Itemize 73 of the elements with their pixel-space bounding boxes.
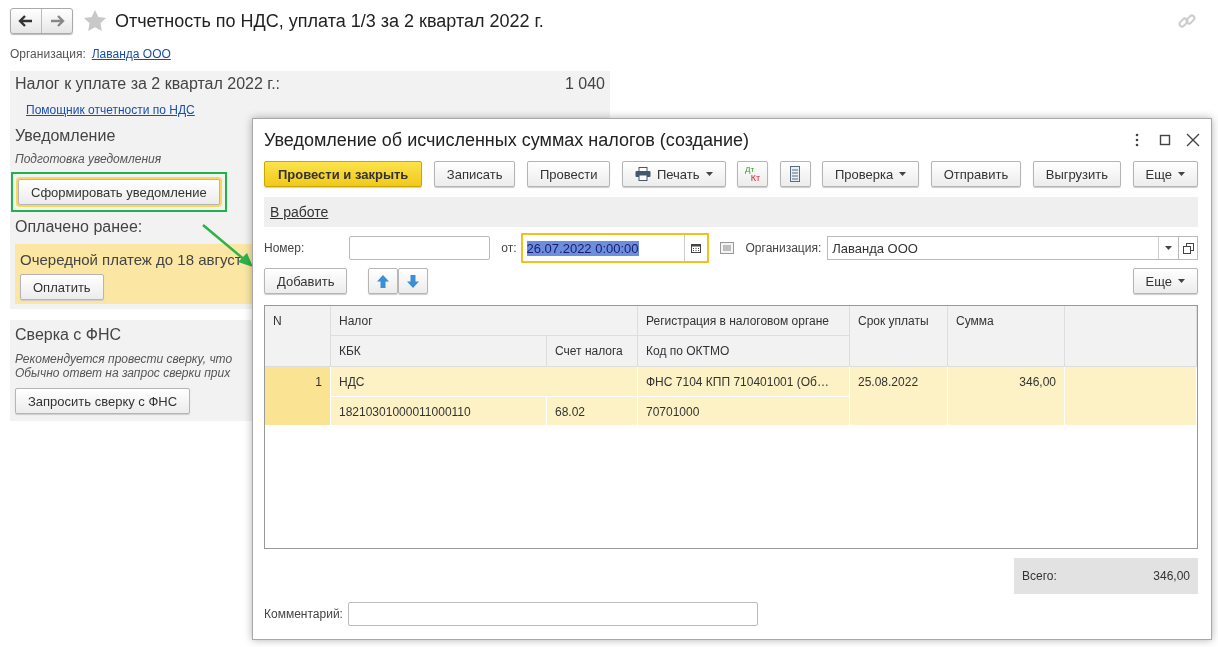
request-reconciliation-button[interactable]: Запросить сверку с ФНС bbox=[15, 388, 191, 414]
status-link[interactable]: В работе bbox=[270, 204, 329, 220]
tax-label: Налог к уплате за 2 квартал 2022 г.: bbox=[15, 75, 281, 93]
organization-label: Организация: bbox=[745, 241, 822, 255]
table-cell: НДС bbox=[331, 367, 638, 397]
section-heading: Оплачено ранее: bbox=[15, 218, 143, 236]
date-field[interactable]: 26.07.2022 0:00:00 bbox=[520, 233, 709, 263]
table-cell: 346,00 bbox=[948, 367, 1065, 426]
total-value: 346,00 bbox=[1153, 569, 1190, 583]
section-heading: Сверка с ФНС bbox=[15, 326, 122, 344]
move-down-button[interactable] bbox=[398, 268, 429, 294]
column-header: КБК bbox=[331, 336, 547, 367]
list-button[interactable] bbox=[779, 161, 811, 187]
column-header: Счет налога bbox=[547, 336, 638, 367]
table-cell: 68.02 bbox=[547, 397, 638, 426]
payment-note: Очередной платеж до 18 август bbox=[20, 251, 242, 268]
column-header: Срок уплаты bbox=[850, 306, 948, 367]
toolbar-button[interactable]: Записать bbox=[433, 161, 516, 187]
column-header: Налог bbox=[331, 306, 638, 336]
post-and-close-button[interactable]: Провести и закрыть bbox=[264, 161, 423, 187]
column-header: Регистрация в налоговом органе bbox=[638, 306, 850, 336]
reconciliation-note: Рекомендуется провести сверку, что bbox=[15, 352, 234, 366]
column-header: Сумма bbox=[948, 306, 1065, 367]
calendar-icon[interactable] bbox=[690, 243, 701, 253]
section-heading: Уведомление bbox=[15, 127, 116, 145]
arrow-up-icon bbox=[377, 274, 390, 288]
reconciliation-note: Обычно ответ на запрос сверки прих bbox=[15, 366, 232, 380]
dialog-title: Уведомление об исчисленных суммах налогов (создание) bbox=[264, 129, 750, 151]
print-button[interactable]: Печать bbox=[621, 161, 726, 187]
tax-amount: 1 040 bbox=[564, 75, 605, 93]
toolbar-button[interactable]: Отправить bbox=[930, 161, 1022, 187]
pay-button[interactable]: Оплатить bbox=[20, 274, 104, 300]
comment-label: Комментарий: bbox=[264, 607, 343, 621]
add-button[interactable]: Добавить bbox=[264, 268, 348, 294]
list-icon[interactable] bbox=[719, 242, 734, 254]
move-up-button[interactable] bbox=[368, 268, 399, 294]
number-field[interactable] bbox=[349, 236, 491, 260]
organization-field[interactable]: Лаванда ООО bbox=[827, 236, 1179, 260]
printer-icon bbox=[634, 167, 651, 181]
list-icon bbox=[790, 166, 800, 182]
menu-button[interactable]: Еще bbox=[1132, 161, 1198, 187]
menu-button[interactable]: Еще bbox=[1132, 268, 1198, 294]
caret-icon bbox=[1178, 279, 1185, 283]
maximize-icon[interactable] bbox=[1158, 133, 1172, 147]
caret-icon[interactable] bbox=[1165, 246, 1172, 250]
column-header: N bbox=[265, 306, 331, 367]
create-notification-button[interactable]: Сформировать уведомление bbox=[18, 179, 220, 205]
number-label: Номер: bbox=[264, 241, 305, 255]
assistant-link[interactable]: Помощник отчетности по НДС bbox=[26, 103, 195, 117]
menu-button[interactable]: Проверка bbox=[822, 161, 920, 187]
organization-link[interactable]: Лаванда ООО bbox=[91, 47, 171, 61]
table-cell: 18210301000011000110 bbox=[331, 397, 547, 426]
table-cell: 25.08.2022 bbox=[850, 367, 948, 426]
total-label: Всего: bbox=[1022, 569, 1057, 583]
organization-label: Организация: bbox=[10, 47, 86, 61]
toolbar-button[interactable]: Провести bbox=[526, 161, 611, 187]
caret-icon bbox=[1177, 172, 1185, 176]
open-icon[interactable] bbox=[1182, 242, 1194, 254]
table-cell: ФНС 7104 КПП 710401001 (Об… bbox=[638, 367, 850, 397]
toolbar-button[interactable]: Выгрузить bbox=[1032, 161, 1121, 187]
table-cell: 70701000 bbox=[638, 397, 850, 426]
column-header: Код по ОКТМО bbox=[638, 336, 850, 367]
notification-note: Подготовка уведомления bbox=[15, 152, 163, 166]
date-label: от: bbox=[501, 241, 517, 255]
caret-icon bbox=[705, 172, 713, 176]
close-icon[interactable] bbox=[1186, 133, 1200, 147]
arrow-down-icon bbox=[407, 274, 420, 288]
caret-icon bbox=[899, 172, 907, 176]
debit-credit-button[interactable]: Дт Кт bbox=[737, 161, 768, 187]
star-icon[interactable] bbox=[83, 9, 107, 33]
page-title: Отчетность по НДС, уплата 1/3 за 2 квартал 2022 г. bbox=[115, 10, 544, 32]
table-cell: 1 bbox=[265, 367, 331, 426]
comment-field[interactable] bbox=[347, 602, 758, 626]
